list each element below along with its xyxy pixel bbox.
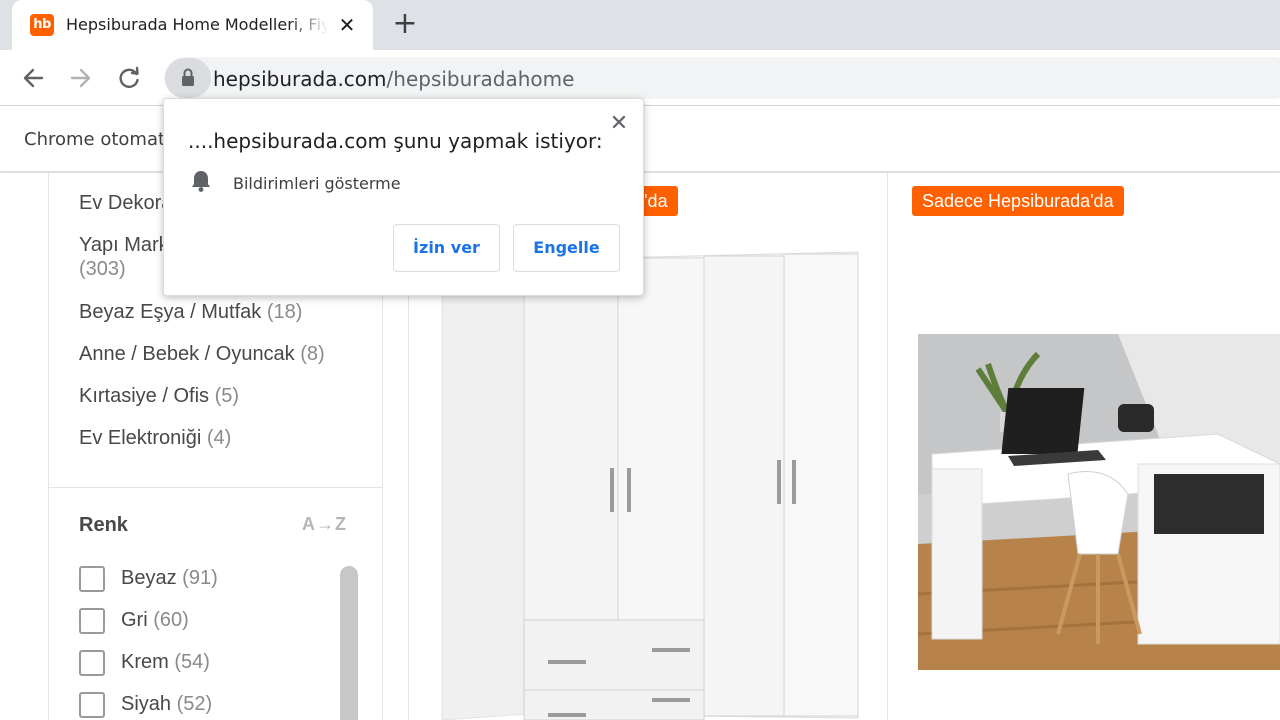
popup-title: ....hepsiburada.com şunu yapmak istiyor: bbox=[188, 129, 603, 153]
lock-icon[interactable] bbox=[165, 58, 211, 98]
allow-button[interactable]: İzin ver bbox=[393, 224, 500, 272]
notification-permission-popup: ....hepsiburada.com şunu yapmak istiyor:… bbox=[163, 98, 644, 296]
url-path: /hepsiburadahome bbox=[386, 67, 575, 91]
forward-arrow-icon[interactable] bbox=[65, 62, 97, 94]
tab-close-icon[interactable]: ✕ bbox=[334, 12, 360, 38]
color-filter-title: Renk bbox=[79, 514, 128, 536]
category-item[interactable]: Kırtasiye / Ofis (5) bbox=[79, 384, 239, 408]
desk-product-image[interactable] bbox=[918, 334, 1280, 670]
category-item[interactable]: Ev Elektroniği (4) bbox=[79, 426, 231, 450]
bell-icon bbox=[190, 169, 212, 193]
active-tab[interactable]: hb Hepsiburada Home Modelleri, Fiyatları… bbox=[12, 0, 373, 50]
back-arrow-icon[interactable] bbox=[17, 62, 49, 94]
category-item[interactable]: Anne / Bebek / Oyuncak (8) bbox=[79, 342, 325, 366]
block-button[interactable]: Engelle bbox=[513, 224, 620, 272]
tab-title: Hepsiburada Home Modelleri, Fiyatları bbox=[66, 15, 328, 34]
popup-close-icon[interactable]: ✕ bbox=[606, 111, 632, 137]
reload-icon[interactable] bbox=[113, 62, 145, 94]
checkbox[interactable] bbox=[79, 566, 105, 592]
checkbox[interactable] bbox=[79, 650, 105, 676]
tab-strip: hb Hepsiburada Home Modelleri, Fiyatları… bbox=[0, 0, 1280, 50]
url-text[interactable]: hepsiburada.com/hepsiburadahome bbox=[213, 67, 574, 91]
url-domain: hepsiburada.com bbox=[213, 67, 387, 91]
new-tab-plus-icon[interactable]: + bbox=[390, 9, 420, 40]
hepsiburada-favicon-icon: hb bbox=[30, 14, 54, 36]
category-item[interactable]: Beyaz Eşya / Mutfak (18) bbox=[79, 300, 302, 324]
wardrobe-product-image[interactable] bbox=[438, 242, 860, 720]
address-bar[interactable]: hepsiburada.com/hepsiburadahome bbox=[164, 57, 1280, 99]
checkbox[interactable] bbox=[79, 608, 105, 634]
exclusive-badge: Sadece Hepsiburada'da bbox=[912, 186, 1124, 216]
sort-az-button[interactable]: A→Z bbox=[302, 514, 347, 535]
filter-scrollbar[interactable] bbox=[340, 566, 358, 720]
checkbox[interactable] bbox=[79, 692, 105, 718]
permission-text: Bildirimleri gösterme bbox=[233, 174, 401, 193]
